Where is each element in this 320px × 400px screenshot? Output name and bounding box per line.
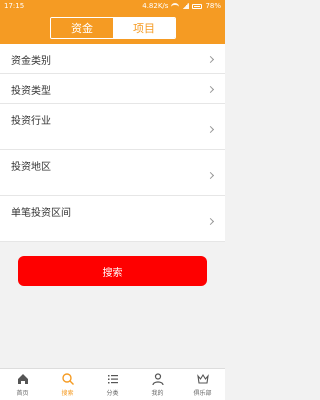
segment-control: 资金 项目 (50, 17, 176, 39)
wifi-icon (171, 3, 180, 9)
tab-club[interactable]: 俱乐部 (180, 369, 225, 400)
tab-category[interactable]: 分类 (90, 369, 135, 400)
filter-list: 资金类别 投资类型 投资行业 投资地区 单笔投资区间 (0, 44, 225, 242)
battery-percent: 78% (205, 2, 221, 10)
filter-row-investment-region[interactable]: 投资地区 (0, 150, 225, 196)
tab-funds[interactable]: 资金 (51, 18, 113, 38)
filter-label: 投资行业 (11, 116, 51, 127)
status-time: 17:15 (4, 2, 25, 10)
filter-label: 投资类型 (11, 86, 51, 97)
crown-icon (196, 373, 209, 384)
search-button[interactable]: 搜索 (18, 256, 207, 286)
tab-label: 搜索 (61, 390, 74, 397)
filter-row-investment-range[interactable]: 单笔投资区间 (0, 196, 225, 242)
tab-projects[interactable]: 项目 (113, 18, 175, 38)
battery-icon (192, 3, 203, 9)
bottom-tab-bar: 首页 搜索 分类 我的 俱乐部 (0, 368, 225, 400)
chevron-right-icon (206, 55, 215, 64)
tab-mine[interactable]: 我的 (135, 369, 180, 400)
tab-home[interactable]: 首页 (0, 369, 45, 400)
signal-icon (182, 3, 190, 9)
network-speed: 4.82K/s (142, 2, 169, 10)
list-icon (107, 375, 118, 384)
tab-label: 分类 (106, 390, 119, 397)
header-bar: 17:15 4.82K/s 78% 资金 项目 (0, 0, 225, 44)
status-bar: 17:15 4.82K/s 78% (0, 0, 225, 14)
filter-row-investment-type[interactable]: 投资类型 (0, 74, 225, 104)
chevron-right-icon (206, 125, 215, 134)
filter-row-investment-industry[interactable]: 投资行业 (0, 104, 225, 150)
tab-search[interactable]: 搜索 (45, 369, 90, 400)
chevron-right-icon (206, 171, 215, 180)
filter-label: 资金类别 (11, 56, 51, 67)
filter-label: 单笔投资区间 (11, 208, 71, 219)
chevron-right-icon (206, 85, 215, 94)
person-icon (151, 373, 164, 386)
app-screen: 17:15 4.82K/s 78% 资金 项目 资金类别 投资类型 投资行业 投… (0, 0, 225, 400)
tab-label: 首页 (16, 390, 29, 397)
filter-label: 投资地区 (11, 162, 51, 173)
tab-label: 俱乐部 (193, 390, 212, 397)
search-icon (61, 373, 74, 385)
tab-label: 我的 (151, 390, 164, 397)
chevron-right-icon (206, 217, 215, 226)
filter-row-fund-category[interactable]: 资金类别 (0, 44, 225, 74)
home-icon (17, 374, 28, 384)
status-indicators: 4.82K/s 78% (142, 2, 221, 10)
